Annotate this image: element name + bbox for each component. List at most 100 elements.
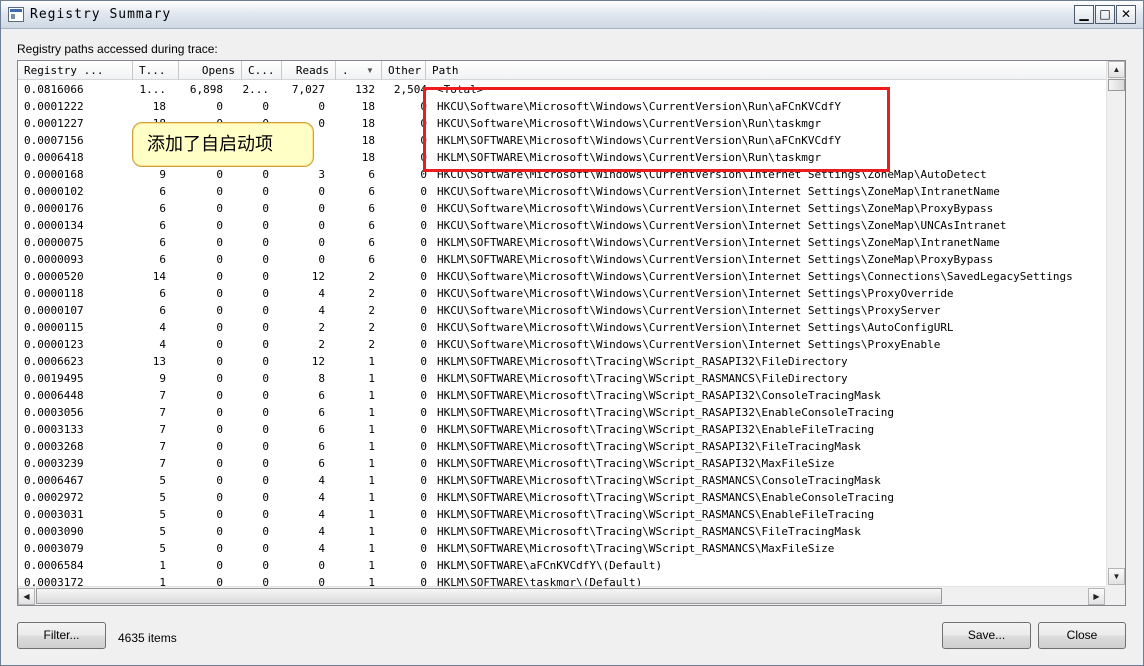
table-row[interactable]: 0.0003239 7 0 0 6 1 0 HKLM\SOFTWARE\Microsoft\T… — [18, 455, 1106, 472]
cell-registry-time: 0.0000075 — [24, 236, 84, 249]
table-row[interactable]: 0.0006623 13 0 0 12 1 0 HKLM\SOFTWARE\Microsoft… — [18, 353, 1106, 370]
table-row[interactable]: 0.0000115 4 0 0 2 2 0 HKCU\Software\Microsoft\W… — [18, 319, 1106, 336]
column-other[interactable]: Other — [382, 61, 426, 80]
cell-path: HKLM\SOFTWARE\Microsoft\Windows\CurrentV… — [437, 134, 841, 147]
cell-path: HKLM\SOFTWARE\Microsoft\Tracing\WScript_… — [437, 372, 848, 385]
table-row[interactable]: 0.0000093 6 0 0 0 6 0 HKLM\SOFTWARE\Microsoft\W… — [18, 251, 1106, 268]
cell-other: 0 — [420, 202, 427, 215]
cell-other: 0 — [420, 236, 427, 249]
column-registry-time[interactable]: Registry ... — [18, 61, 133, 80]
table-row[interactable]: 0.0000520 14 0 0 12 2 0 HKCU\Software\Microsoft… — [18, 268, 1106, 285]
table-row[interactable]: 0.0006448 7 0 0 6 1 0 HKLM\SOFTWARE\Microsoft\T… — [18, 387, 1106, 404]
cell-reads: 2 — [318, 338, 325, 351]
table-row[interactable]: 0.0001222 18 0 0 0 18 0 HKCU\Software\Microsoft… — [18, 98, 1106, 115]
column-path[interactable]: Path — [426, 61, 1106, 80]
cell-registry-time: 0.0001227 — [24, 117, 84, 130]
cell-writes: 18 — [361, 100, 375, 113]
cell-path: HKLM\SOFTWARE\Microsoft\Tracing\WScript_… — [437, 474, 881, 487]
cell-opens: 0 — [216, 491, 223, 504]
scroll-left-icon[interactable]: ◀ — [18, 588, 35, 605]
cell-closes: 0 — [262, 100, 269, 113]
cell-opens: 0 — [216, 508, 223, 521]
filter-button[interactable]: Filter... — [17, 622, 106, 649]
table-row[interactable]: 0.0816066 1... 6,898 2... 7,027 132 2,504 <Tota… — [18, 81, 1106, 98]
cell-reads: 0 — [318, 202, 325, 215]
table-row[interactable]: 0.0000134 6 0 0 0 6 0 HKCU\Software\Microsoft\W… — [18, 217, 1106, 234]
cell-closes: 0 — [262, 389, 269, 402]
column-writes[interactable]: . — [336, 61, 382, 80]
cell-reads: 4 — [318, 491, 325, 504]
title-bar[interactable]: Registry Summary ▁ □ ✕ — [1, 1, 1143, 29]
cell-path: HKCU\Software\Microsoft\Windows\CurrentV… — [437, 185, 1000, 198]
sort-descending-icon: ▼ — [366, 66, 374, 75]
column-opens[interactable]: Opens — [179, 61, 242, 80]
column-closes[interactable]: C... — [242, 61, 282, 80]
table-row[interactable]: 0.0019495 9 0 0 8 1 0 HKLM\SOFTWARE\Microsoft\T… — [18, 370, 1106, 387]
column-total[interactable]: T... — [133, 61, 179, 80]
table-row[interactable]: 0.0000168 9 0 0 3 6 0 HKCU\Software\Microsoft\W… — [18, 166, 1106, 183]
cell-path: HKCU\Software\Microsoft\Windows\CurrentV… — [437, 270, 1073, 283]
cell-other: 0 — [420, 253, 427, 266]
cell-reads: 4 — [318, 287, 325, 300]
cell-registry-time: 0.0000118 — [24, 287, 84, 300]
cell-writes: 1 — [368, 508, 375, 521]
cell-other: 0 — [420, 185, 427, 198]
cell-reads: 4 — [318, 525, 325, 538]
maximize-button[interactable]: □ — [1095, 5, 1115, 24]
section-label: Registry paths accessed during trace: — [17, 42, 218, 56]
close-button[interactable]: Close — [1038, 622, 1126, 649]
cell-registry-time: 0.0006584 — [24, 559, 84, 572]
table-row[interactable]: 0.0003268 7 0 0 6 1 0 HKLM\SOFTWARE\Microsoft\T… — [18, 438, 1106, 455]
cell-registry-time: 0.0000102 — [24, 185, 84, 198]
horizontal-scrollbar[interactable]: ◀ ▶ — [18, 586, 1106, 605]
table-row[interactable]: 0.0002972 5 0 0 4 1 0 HKLM\SOFTWARE\Microsoft\T… — [18, 489, 1106, 506]
cell-opens: 0 — [216, 321, 223, 334]
minimize-button[interactable]: ▁ — [1074, 5, 1094, 24]
cell-closes: 0 — [262, 491, 269, 504]
cell-path: HKLM\SOFTWARE\Microsoft\Tracing\WScript_… — [437, 389, 881, 402]
table-row[interactable]: 0.0006584 1 0 0 0 1 0 HKLM\SOFTWARE\aFCnKVCdfY\… — [18, 557, 1106, 574]
cell-writes: 18 — [361, 151, 375, 164]
cell-reads: 4 — [318, 508, 325, 521]
cell-writes: 6 — [368, 168, 375, 181]
table-row[interactable]: 0.0000075 6 0 0 0 6 0 HKLM\SOFTWARE\Microsoft\W… — [18, 234, 1106, 251]
cell-other: 0 — [420, 304, 427, 317]
table-row[interactable]: 0.0000102 6 0 0 0 6 0 HKCU\Software\Microsoft\W… — [18, 183, 1106, 200]
vertical-scrollbar[interactable]: ▲ ▼ — [1106, 61, 1125, 587]
cell-writes: 1 — [368, 525, 375, 538]
table-row[interactable]: 0.0003079 5 0 0 4 1 0 HKLM\SOFTWARE\Microsoft\T… — [18, 540, 1106, 557]
cell-closes: 0 — [262, 168, 269, 181]
scroll-right-icon[interactable]: ▶ — [1088, 588, 1105, 605]
table-row[interactable]: 0.0003090 5 0 0 4 1 0 HKLM\SOFTWARE\Microsoft\T… — [18, 523, 1106, 540]
table-row[interactable]: 0.0003133 7 0 0 6 1 0 HKLM\SOFTWARE\Microsoft\T… — [18, 421, 1106, 438]
cell-other: 0 — [420, 287, 427, 300]
horizontal-scroll-thumb[interactable] — [36, 588, 942, 604]
table-row[interactable]: 0.0000176 6 0 0 0 6 0 HKCU\Software\Microsoft\W… — [18, 200, 1106, 217]
vertical-scroll-thumb[interactable] — [1108, 79, 1125, 91]
table-row[interactable]: 0.0003056 7 0 0 6 1 0 HKLM\SOFTWARE\Microsoft\T… — [18, 404, 1106, 421]
scroll-down-icon[interactable]: ▼ — [1108, 568, 1125, 585]
cell-total: 6 — [159, 202, 166, 215]
table-row[interactable]: 0.0006467 5 0 0 4 1 0 HKLM\SOFTWARE\Microsoft\T… — [18, 472, 1106, 489]
column-reads[interactable]: Reads — [282, 61, 336, 80]
scroll-up-icon[interactable]: ▲ — [1108, 61, 1125, 78]
close-window-button[interactable]: ✕ — [1116, 5, 1136, 24]
cell-registry-time: 0.0003239 — [24, 457, 84, 470]
cell-path: HKCU\Software\Microsoft\Windows\CurrentV… — [437, 287, 954, 300]
cell-total: 5 — [159, 474, 166, 487]
table-row[interactable]: 0.0000107 6 0 0 4 2 0 HKCU\Software\Microsoft\W… — [18, 302, 1106, 319]
cell-reads: 0 — [318, 100, 325, 113]
save-button[interactable]: Save... — [942, 622, 1031, 649]
cell-other: 0 — [420, 474, 427, 487]
cell-opens: 0 — [216, 219, 223, 232]
cell-closes: 0 — [262, 253, 269, 266]
cell-registry-time: 0.0003268 — [24, 440, 84, 453]
table-row[interactable]: 0.0000118 6 0 0 4 2 0 HKCU\Software\Microsoft\W… — [18, 285, 1106, 302]
cell-opens: 0 — [216, 423, 223, 436]
table-row[interactable]: 0.0000123 4 0 0 2 2 0 HKCU\Software\Microsoft\W… — [18, 336, 1106, 353]
cell-total: 6 — [159, 287, 166, 300]
cell-path: HKLM\SOFTWARE\Microsoft\Tracing\WScript_… — [437, 508, 875, 521]
cell-writes: 1 — [368, 372, 375, 385]
table-row[interactable]: 0.0003031 5 0 0 4 1 0 HKLM\SOFTWARE\Microsoft\T… — [18, 506, 1106, 523]
cell-writes: 2 — [368, 270, 375, 283]
